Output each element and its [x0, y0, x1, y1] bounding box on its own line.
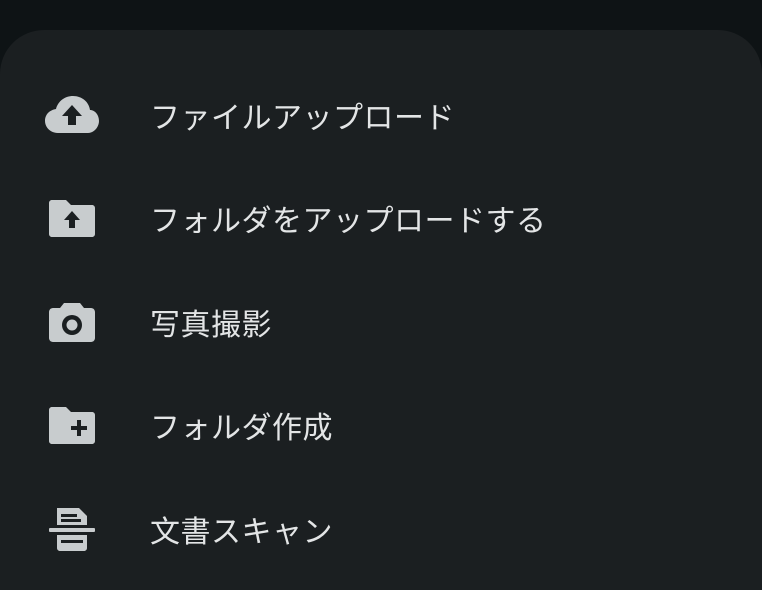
menu-item-upload-folder[interactable]: フォルダをアップロードする: [0, 167, 762, 271]
create-folder-icon: [44, 397, 100, 453]
menu-item-label: 文書スキャン: [150, 514, 333, 550]
menu-item-scan-document[interactable]: 文書スキャン: [0, 477, 762, 581]
cloud-upload-icon: [44, 87, 100, 143]
menu-item-upload-file[interactable]: ファイルアップロード: [0, 63, 762, 167]
menu-item-take-photo[interactable]: 写真撮影: [0, 270, 762, 374]
folder-upload-icon: [44, 190, 100, 246]
menu-item-label: ファイルアップロード: [150, 100, 455, 136]
menu-item-label: 写真撮影: [150, 307, 272, 343]
menu-item-label: フォルダをアップロードする: [150, 204, 547, 240]
bottom-sheet-menu: ファイルアップロード フォルダをアップロードする 写真撮影 フォルダ作成 文書ス…: [0, 63, 762, 581]
bottom-sheet: ファイルアップロード フォルダをアップロードする 写真撮影 フォルダ作成 文書ス…: [0, 30, 762, 590]
camera-icon: [44, 294, 100, 350]
menu-item-create-folder[interactable]: フォルダ作成: [0, 374, 762, 478]
document-scan-icon: [44, 501, 100, 557]
menu-item-label: フォルダ作成: [150, 411, 333, 447]
